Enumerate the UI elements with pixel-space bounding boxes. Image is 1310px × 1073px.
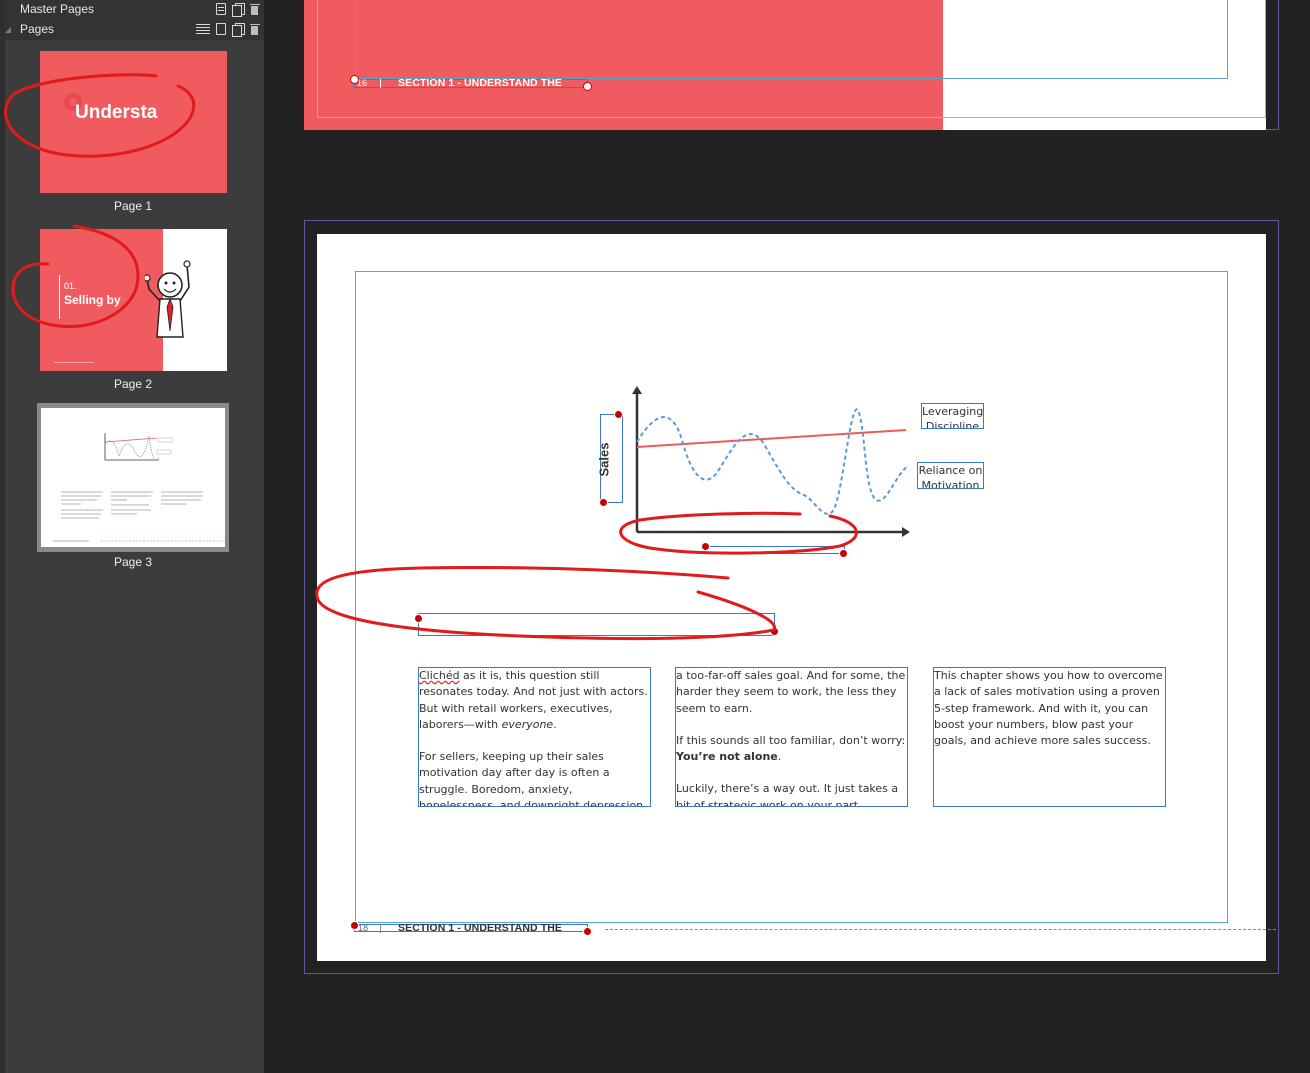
pages-label: Pages	[20, 22, 55, 36]
delete-master-icon[interactable]	[250, 3, 260, 15]
chart-ylabel: Sales	[596, 442, 612, 477]
master-pages-section[interactable]: Master Pages	[5, 0, 264, 20]
new-page-icon[interactable]	[216, 23, 226, 35]
thumbnail-number: 01.	[64, 281, 77, 291]
page-3-thumbnail[interactable]	[41, 408, 225, 547]
column-2-period: .	[777, 750, 782, 764]
column-2-paragraph-1: a too-far-off sales goal. And for some, …	[676, 669, 906, 715]
text-column-1[interactable]: Clichéd as it is, this question still re…	[418, 667, 651, 807]
text-column-3[interactable]: This chapter shows you how to overcome a…	[933, 667, 1166, 807]
column-2-paragraph-3: Luckily, there’s a way out. It just take…	[676, 782, 899, 807]
column-1-period: .	[553, 717, 557, 731]
text-column-2[interactable]: a too-far-off sales goal. And for some, …	[675, 667, 908, 807]
column-1-paragraph-2: For sellers, keeping up their sales moti…	[419, 750, 644, 807]
sales-chart[interactable]	[590, 380, 920, 550]
frame-handle[interactable]	[614, 410, 623, 419]
xlabel-frame[interactable]	[705, 546, 845, 554]
spellcheck-word[interactable]: Clichéd	[419, 669, 460, 682]
dashed-connector-line	[605, 929, 1276, 930]
column-1-emphasis: everyone	[501, 717, 554, 731]
frame-handle[interactable]	[583, 927, 592, 936]
new-master-page-icon[interactable]	[216, 3, 226, 15]
frame-handle[interactable]	[839, 549, 848, 558]
delete-page-icon[interactable]	[250, 23, 260, 35]
footer-page-number: 18	[358, 923, 369, 933]
heading-frame[interactable]	[418, 613, 775, 636]
frame-handle[interactable]	[414, 614, 423, 623]
footer-divider	[380, 79, 381, 88]
label-frame-discipline[interactable]: Leveraging Discipline	[921, 403, 984, 429]
column-2-bold: You’re not alone	[676, 750, 778, 764]
page-2-thumbnail[interactable]: 01. Selling by	[40, 229, 227, 371]
column-3-paragraph-1: This chapter shows you how to overcome a…	[934, 669, 1163, 748]
page-properties-icon[interactable]	[196, 24, 210, 34]
frame-handle[interactable]	[770, 627, 779, 636]
pages-panel: Master Pages Pages Understa Page 1 01. S…	[0, 0, 264, 1073]
thumbnail-title: Selling by	[64, 293, 121, 307]
duplicate-master-icon[interactable]	[232, 3, 245, 17]
pages-section[interactable]: Pages	[5, 20, 264, 40]
margin-guide-previous	[355, 0, 1228, 79]
thumbnail-divider	[59, 275, 60, 319]
frame-handle[interactable]	[701, 542, 710, 551]
footer-section-title: SECTION 1 - UNDERSTAND THE	[398, 77, 562, 89]
label-discipline: Leveraging Discipline	[922, 405, 984, 429]
footer-section-title: SECTION 1 - UNDERSTAND THE	[398, 922, 562, 934]
expand-down-icon[interactable]	[5, 27, 13, 35]
label-frame-motivation[interactable]: Reliance on Motivation	[917, 462, 984, 489]
page-2-caption: Page 2	[113, 377, 153, 391]
panel-edge	[0, 0, 5, 1073]
margin-guide	[355, 271, 1228, 923]
page-1-thumbnail[interactable]: Understa	[40, 51, 227, 193]
businessman-illustration-icon	[145, 260, 191, 338]
frame-handle[interactable]	[599, 498, 608, 507]
duplicate-page-icon[interactable]	[232, 23, 245, 37]
column-2-paragraph-2: If this sounds all too familiar, don’t w…	[676, 733, 906, 747]
master-pages-label: Master Pages	[20, 2, 95, 16]
page-3-caption: Page 3	[113, 555, 153, 569]
frame-handle[interactable]	[350, 75, 359, 84]
label-motivation: Reliance on Motivation	[918, 464, 983, 489]
footer-divider	[380, 924, 381, 933]
frame-handle[interactable]	[583, 82, 592, 91]
page-1-caption: Page 1	[113, 199, 153, 213]
thumbnail-title: Understa	[75, 102, 158, 123]
frame-handle[interactable]	[350, 921, 359, 930]
thumbnail-footer	[54, 362, 94, 363]
mini-chart	[53, 433, 225, 542]
